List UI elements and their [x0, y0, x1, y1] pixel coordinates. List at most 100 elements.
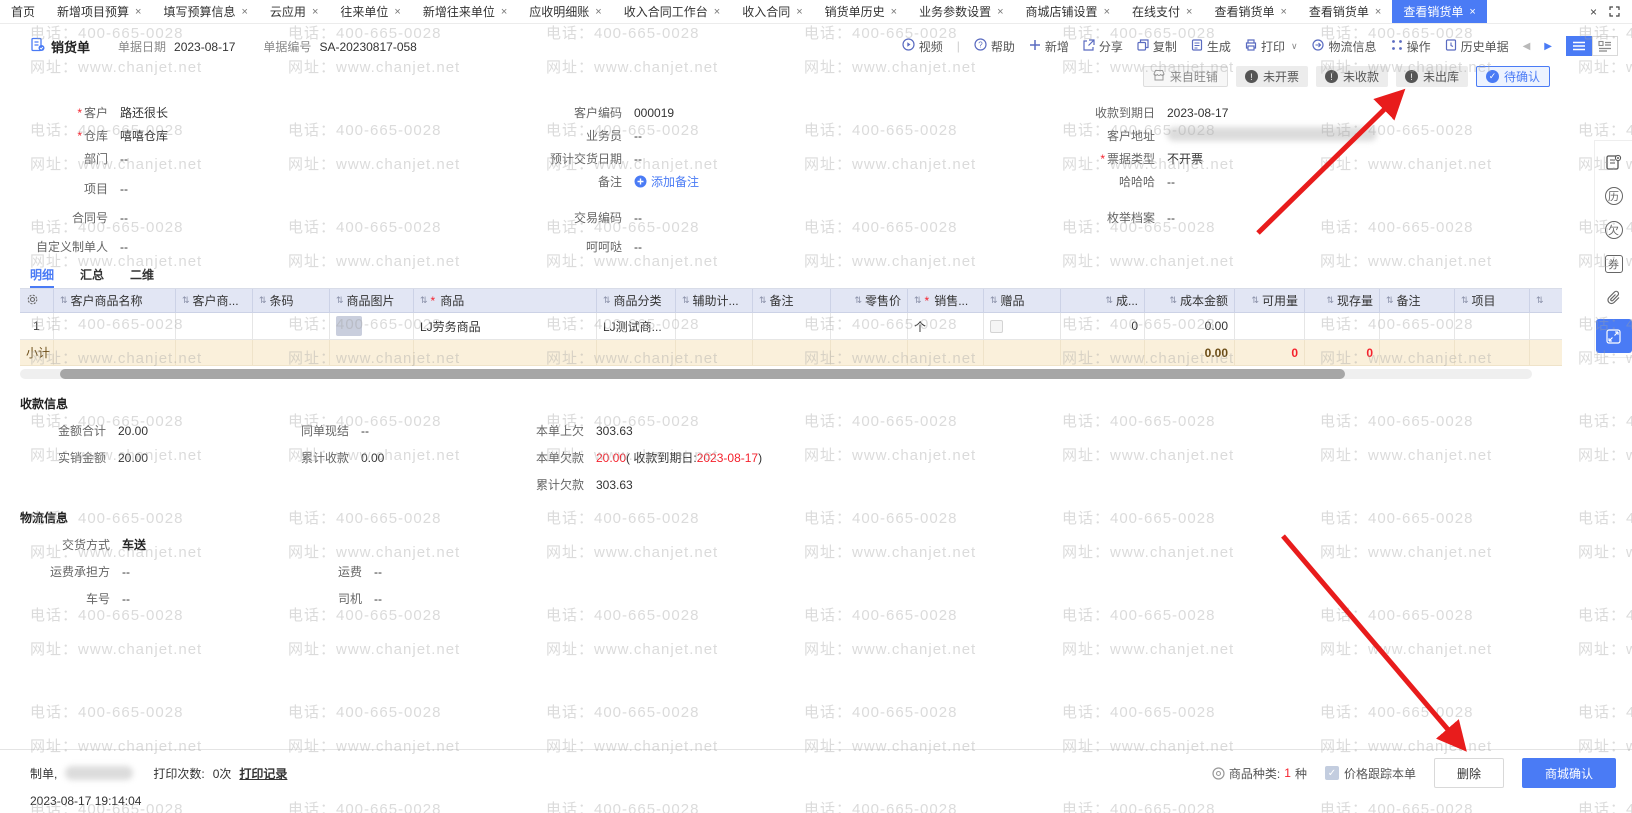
tab-6[interactable]: 应收明细账 ×	[518, 0, 612, 23]
cell[interactable]	[54, 313, 176, 340]
sort-icon[interactable]: ⇅	[336, 296, 344, 305]
expand-icon[interactable]	[1595, 319, 1632, 353]
column-header-客户商...[interactable]: ⇅ 客户商...	[176, 289, 253, 313]
cell[interactable]	[1235, 313, 1305, 340]
column-header-可用量[interactable]: ⇅ 可用量	[1235, 289, 1305, 313]
cell[interactable]	[1305, 313, 1380, 340]
gear-icon[interactable]	[26, 293, 39, 309]
column-header-options[interactable]: ⇅	[1530, 289, 1562, 313]
tab-close-icon[interactable]: ×	[501, 6, 507, 18]
column-header-条码[interactable]: ⇅ 条码	[253, 289, 330, 313]
tab-9[interactable]: 销货单历史 ×	[814, 0, 908, 23]
column-header-项目[interactable]: ⇅ 项目	[1455, 289, 1530, 313]
tab-close-icon[interactable]: ×	[312, 6, 318, 18]
field-value[interactable]: --	[634, 152, 642, 166]
close-all-icon[interactable]: ×	[1590, 5, 1597, 19]
toolbar-action-视频[interactable]: 视频	[902, 38, 943, 55]
column-header-辅助计...[interactable]: ⇅ 辅助计...	[676, 289, 753, 313]
field-value[interactable]: --	[1167, 175, 1175, 189]
tab-5[interactable]: 新增往来单位 ×	[412, 0, 518, 23]
tab-10[interactable]: 业务参数设置 ×	[908, 0, 1014, 23]
tab-11[interactable]: 商城店铺设置 ×	[1015, 0, 1121, 23]
tab-12[interactable]: 在线支付 ×	[1121, 0, 1203, 23]
field-value[interactable]: --	[120, 152, 128, 166]
tab-close-icon[interactable]: ×	[1280, 6, 1286, 18]
toolbar-action-分享[interactable]: 分享	[1083, 38, 1123, 55]
print-log-link[interactable]: 打印记录	[239, 765, 287, 782]
sort-icon[interactable]: ⇅	[60, 296, 68, 305]
sort-icon[interactable]: ⇅	[259, 296, 267, 305]
column-header-客户商品名称[interactable]: ⇅ 客户商品名称	[54, 289, 176, 313]
tab-close-icon[interactable]: ×	[241, 6, 247, 18]
cell[interactable]	[253, 313, 330, 340]
tab-close-icon[interactable]: ×	[997, 6, 1003, 18]
tab-close-icon[interactable]: ×	[394, 6, 400, 18]
tab-3[interactable]: 云应用 ×	[259, 0, 329, 23]
sort-icon[interactable]: ⇅	[1169, 296, 1177, 305]
sort-icon[interactable]: ⇅	[854, 296, 862, 305]
tab-0[interactable]: 首页	[0, 0, 46, 23]
tab-close-icon[interactable]: ×	[714, 6, 720, 18]
doc-badge-icon[interactable]	[1595, 145, 1632, 179]
column-header-备注[interactable]: ⇅ 备注	[753, 289, 831, 313]
tab-1[interactable]: 新增项目预算 ×	[46, 0, 152, 23]
sort-icon[interactable]: ⇅	[1536, 296, 1544, 305]
card-view-icon[interactable]	[1592, 36, 1618, 56]
column-header-零售价[interactable]: ⇅ 零售价	[831, 289, 908, 313]
tab-2[interactable]: 填写预算信息 ×	[152, 0, 258, 23]
sort-icon[interactable]: ⇅	[914, 296, 922, 305]
detail-tab-二维[interactable]: 二维	[130, 266, 154, 288]
arrears-circle-icon[interactable]: 欠	[1595, 213, 1632, 247]
toolbar-action-新增[interactable]: 新增	[1029, 38, 1069, 55]
toolbar-action-操作[interactable]: 操作	[1391, 38, 1431, 55]
cell[interactable]	[753, 313, 831, 340]
tab-close-icon[interactable]: ×	[135, 6, 141, 18]
list-view-icon[interactable]	[1566, 36, 1592, 56]
column-header-赠品[interactable]: ⇅ 赠品	[984, 289, 1061, 313]
history-circle-icon[interactable]: 历	[1595, 179, 1632, 213]
tab-close-icon[interactable]: ×	[1104, 6, 1110, 18]
cell[interactable]	[676, 313, 753, 340]
column-header-商品图片[interactable]: ⇅ 商品图片	[330, 289, 414, 313]
toolbar-action-历史单据[interactable]: 历史单据	[1445, 38, 1509, 55]
cell[interactable]	[176, 313, 253, 340]
cell[interactable]: 个	[908, 313, 984, 340]
tab-7[interactable]: 收入合同工作台 ×	[613, 0, 731, 23]
sort-icon[interactable]: ⇅	[1251, 296, 1259, 305]
cell[interactable]	[1380, 313, 1455, 340]
column-header-备注[interactable]: ⇅ 备注	[1380, 289, 1455, 313]
field-value[interactable]: --	[634, 240, 642, 254]
cell[interactable]	[330, 313, 414, 340]
delete-button[interactable]: 删除	[1433, 758, 1504, 788]
tab-13[interactable]: 查看销货单 ×	[1203, 0, 1297, 23]
sort-icon[interactable]: ⇅	[1326, 296, 1334, 305]
cell[interactable]	[984, 313, 1061, 340]
sort-icon[interactable]: ⇅	[1386, 296, 1394, 305]
tab-close-icon[interactable]: ×	[891, 6, 897, 18]
scrollbar-thumb[interactable]	[60, 369, 1345, 379]
toolbar-action-物流信息[interactable]: 物流信息	[1311, 38, 1377, 55]
field-value[interactable]: --	[120, 182, 128, 196]
prev-doc-icon[interactable]: ◀	[1523, 41, 1531, 52]
next-doc-icon[interactable]: ▶	[1544, 41, 1552, 52]
tab-close-icon[interactable]: ×	[1186, 6, 1192, 18]
cell[interactable]	[831, 313, 908, 340]
detail-tab-汇总[interactable]: 汇总	[80, 266, 104, 288]
column-header-销售...[interactable]: ⇅ * 销售...	[908, 289, 984, 313]
cell[interactable]: 0	[1061, 313, 1145, 340]
cell[interactable]: LJ测试商...	[597, 313, 676, 340]
restore-window-icon[interactable]	[1609, 6, 1620, 17]
column-header-现存量[interactable]: ⇅ 现存量	[1305, 289, 1380, 313]
sort-icon[interactable]: ⇅	[420, 296, 428, 305]
field-value[interactable]: --	[634, 211, 642, 225]
sort-icon[interactable]: ⇅	[1105, 296, 1113, 305]
sort-icon[interactable]: ⇅	[990, 296, 998, 305]
cell[interactable]	[1455, 313, 1530, 340]
add-note-link[interactable]: 添加备注	[634, 173, 699, 190]
coupon-icon[interactable]: 券	[1595, 247, 1632, 281]
toolbar-action-打印[interactable]: 打印 ∨	[1245, 38, 1298, 55]
tab-close-icon[interactable]: ×	[1469, 6, 1475, 18]
field-value[interactable]: 嘻嘻仓库	[120, 127, 168, 144]
cell[interactable]: 1	[20, 313, 54, 340]
toolbar-action-复制[interactable]: 复制	[1137, 38, 1177, 55]
